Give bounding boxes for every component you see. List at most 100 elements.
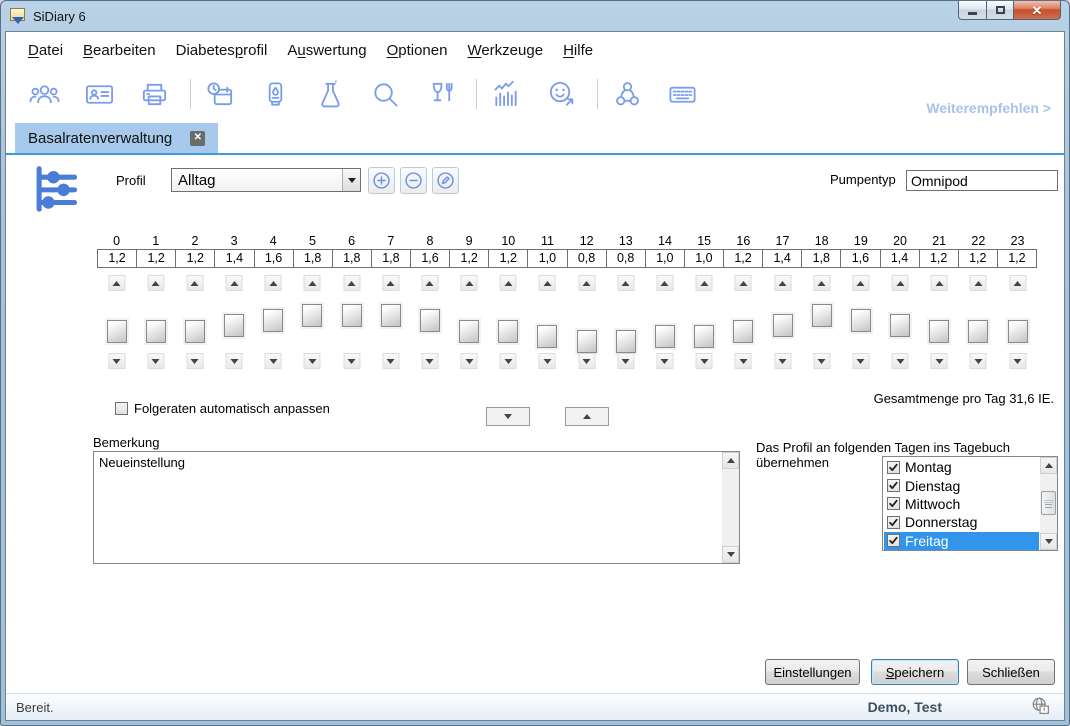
slider-thumb[interactable]: [1008, 320, 1028, 343]
spin-up-button[interactable]: [1009, 275, 1026, 291]
slider-thumb[interactable]: [694, 325, 714, 348]
basal-value-16[interactable]: 1,2: [723, 249, 763, 268]
scroll-down-icon[interactable]: [1040, 533, 1057, 550]
basal-value-2[interactable]: 1,2: [175, 249, 215, 268]
menu-item-optionen[interactable]: Optionen: [377, 38, 458, 63]
pump-type-input[interactable]: [906, 170, 1058, 191]
chevron-down-icon[interactable]: [342, 169, 360, 191]
remark-scrollbar[interactable]: [722, 452, 739, 563]
spin-down-button[interactable]: [147, 353, 164, 369]
profile-select[interactable]: Alltag: [171, 168, 361, 192]
menu-item-auswertung[interactable]: Auswertung: [277, 38, 376, 63]
spin-down-button[interactable]: [186, 353, 203, 369]
spin-down-button[interactable]: [617, 353, 634, 369]
nutrition-icon[interactable]: [425, 79, 456, 110]
menu-item-datei[interactable]: Datei: [18, 38, 73, 63]
wellbeing-icon[interactable]: [546, 79, 577, 110]
close-button[interactable]: ✕: [1014, 1, 1061, 20]
scroll-down-icon[interactable]: [722, 546, 739, 563]
tab-close-icon[interactable]: ✕: [190, 131, 205, 146]
slider-thumb[interactable]: [537, 325, 557, 348]
slider-thumb[interactable]: [655, 325, 675, 348]
basal-value-15[interactable]: 1,0: [684, 249, 724, 268]
basal-value-19[interactable]: 1,6: [840, 249, 880, 268]
basal-value-6[interactable]: 1,8: [332, 249, 372, 268]
spin-up-button[interactable]: [696, 275, 713, 291]
spin-down-button[interactable]: [774, 353, 791, 369]
statistics-icon[interactable]: [491, 79, 522, 110]
spin-up-button[interactable]: [461, 275, 478, 291]
remark-textarea[interactable]: Neueinstellung: [93, 451, 740, 564]
menu-item-hilfe[interactable]: Hilfe: [553, 38, 603, 63]
spin-down-button[interactable]: [382, 353, 399, 369]
close-tab-button[interactable]: Schließen: [967, 659, 1055, 685]
keyboard-icon[interactable]: [667, 79, 698, 110]
menu-item-diabetesprofil[interactable]: Diabetesprofil: [166, 38, 278, 63]
title-bar[interactable]: SiDiary 6 ✕: [1, 1, 1069, 31]
basal-value-5[interactable]: 1,8: [293, 249, 333, 268]
slider-thumb[interactable]: [420, 309, 440, 332]
basal-value-18[interactable]: 1,8: [801, 249, 841, 268]
glucose-meter-icon[interactable]: [260, 79, 291, 110]
globe-alert-icon[interactable]: [1030, 696, 1052, 718]
day-item-mittwoch[interactable]: Mittwoch: [884, 495, 1039, 513]
slider-thumb[interactable]: [812, 304, 832, 327]
patients-icon[interactable]: [29, 79, 60, 110]
spin-down-button[interactable]: [421, 353, 438, 369]
slider-thumb[interactable]: [890, 314, 910, 337]
settings-button[interactable]: Einstellungen: [765, 659, 860, 685]
day-checkbox[interactable]: [887, 516, 900, 529]
patient-data-icon[interactable]: [84, 79, 115, 110]
spin-up-button[interactable]: [774, 275, 791, 291]
basal-value-1[interactable]: 1,2: [136, 249, 176, 268]
spin-up-button[interactable]: [970, 275, 987, 291]
slider-thumb[interactable]: [733, 320, 753, 343]
spin-down-button[interactable]: [461, 353, 478, 369]
spin-up-button[interactable]: [265, 275, 282, 291]
spin-down-button[interactable]: [108, 353, 125, 369]
slider-thumb[interactable]: [459, 320, 479, 343]
basal-value-13[interactable]: 0,8: [606, 249, 646, 268]
spin-down-button[interactable]: [735, 353, 752, 369]
spin-up-button[interactable]: [892, 275, 909, 291]
menu-item-bearbeiten[interactable]: Bearbeiten: [73, 38, 166, 63]
spin-up-button[interactable]: [108, 275, 125, 291]
basal-value-21[interactable]: 1,2: [919, 249, 959, 268]
slider-thumb[interactable]: [968, 320, 988, 343]
spin-down-button[interactable]: [813, 353, 830, 369]
basal-value-14[interactable]: 1,0: [645, 249, 685, 268]
spin-up-button[interactable]: [735, 275, 752, 291]
basal-value-9[interactable]: 1,2: [449, 249, 489, 268]
spin-up-button[interactable]: [656, 275, 673, 291]
basal-value-20[interactable]: 1,4: [880, 249, 920, 268]
slider-thumb[interactable]: [498, 320, 518, 343]
day-checkbox[interactable]: [887, 497, 900, 510]
spin-down-button[interactable]: [578, 353, 595, 369]
sync-share-icon[interactable]: [612, 79, 643, 110]
search-icon[interactable]: [370, 79, 401, 110]
day-checkbox[interactable]: [887, 479, 900, 492]
recommend-link[interactable]: Weiterempfehlen >: [926, 100, 1051, 120]
spin-down-button[interactable]: [892, 353, 909, 369]
minimize-button[interactable]: [958, 1, 987, 20]
basal-value-7[interactable]: 1,8: [371, 249, 411, 268]
basal-value-12[interactable]: 0,8: [567, 249, 607, 268]
spin-up-button[interactable]: [226, 275, 243, 291]
day-item-donnerstag[interactable]: Donnerstag: [884, 513, 1039, 531]
spin-up-button[interactable]: [617, 275, 634, 291]
spin-up-button[interactable]: [813, 275, 830, 291]
slider-thumb[interactable]: [773, 314, 793, 337]
scrollbar-thumb[interactable]: [1041, 491, 1056, 515]
slider-thumb[interactable]: [263, 309, 283, 332]
basal-value-23[interactable]: 1,2: [997, 249, 1037, 268]
edit-profile-button[interactable]: [432, 167, 459, 194]
spin-down-button[interactable]: [1009, 353, 1026, 369]
spin-down-button[interactable]: [656, 353, 673, 369]
scroll-up-icon[interactable]: [722, 452, 739, 469]
spin-up-button[interactable]: [500, 275, 517, 291]
spin-down-button[interactable]: [970, 353, 987, 369]
spin-down-button[interactable]: [931, 353, 948, 369]
spin-up-button[interactable]: [539, 275, 556, 291]
basal-value-17[interactable]: 1,4: [762, 249, 802, 268]
print-icon[interactable]: [139, 79, 170, 110]
